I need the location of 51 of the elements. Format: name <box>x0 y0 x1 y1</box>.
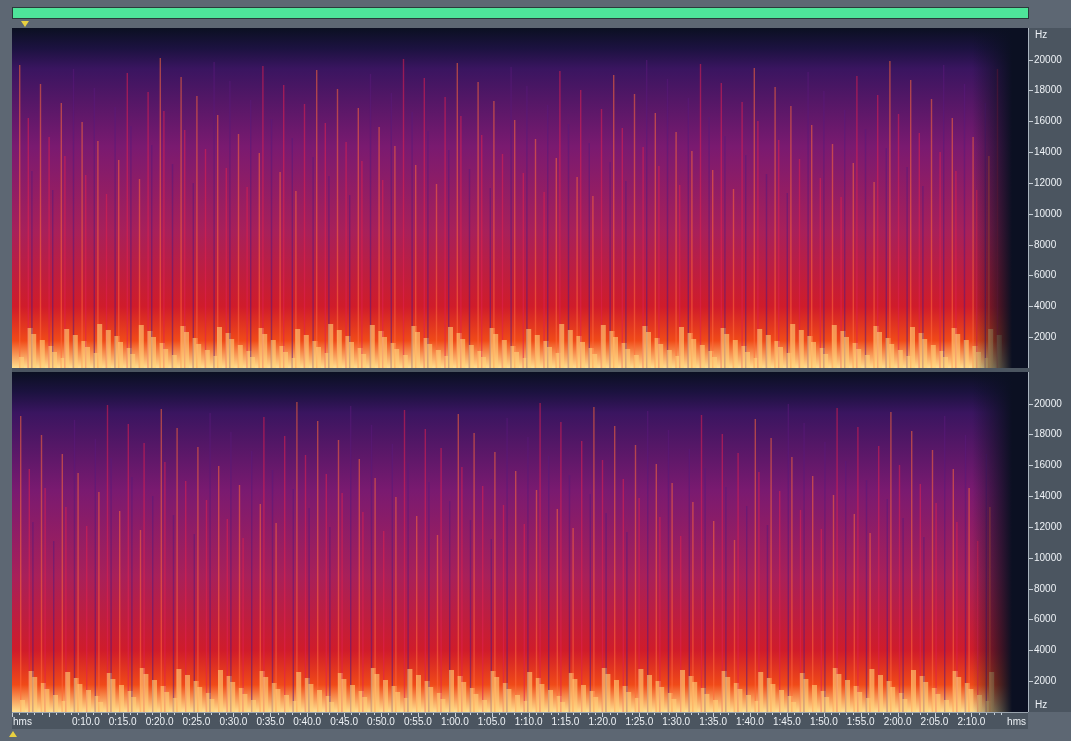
frequency-label: 8000 <box>1034 238 1057 251</box>
frequency-label: 14000 <box>1034 146 1062 159</box>
frequency-label: 20000 <box>1034 53 1062 66</box>
frequency-label: 16000 <box>1034 459 1062 472</box>
time-label: 0:35.0 <box>256 716 285 728</box>
time-label: 0:15.0 <box>108 716 137 728</box>
time-label: 0:20.0 <box>145 716 174 728</box>
frequency-label: 12000 <box>1034 176 1062 189</box>
frequency-label: 18000 <box>1034 428 1062 441</box>
frequency-label: 10000 <box>1034 551 1062 564</box>
time-label: 0:45.0 <box>330 716 358 728</box>
time-label: 1:55.0 <box>846 716 875 728</box>
time-label: 1:05.0 <box>477 716 506 728</box>
frequency-label: 18000 <box>1034 84 1062 97</box>
time-label: 0:55.0 <box>404 716 432 728</box>
frequency-label: 20000 <box>1034 397 1062 410</box>
overview-scrollbar[interactable] <box>12 7 1029 19</box>
marker-icon[interactable] <box>9 731 17 738</box>
frequency-label: 14000 <box>1034 490 1062 503</box>
time-label: 1:20.0 <box>588 716 617 728</box>
frequency-label: 6000 <box>1034 269 1057 282</box>
time-label: 1:15.0 <box>551 716 580 728</box>
time-label: 1:50.0 <box>809 716 838 728</box>
time-label: 0:40.0 <box>293 716 322 728</box>
time-label: 1:40.0 <box>736 716 764 728</box>
frequency-label: 4000 <box>1034 300 1057 313</box>
time-label: 2:00.0 <box>883 716 912 728</box>
unit-label: Hz <box>1035 29 1048 41</box>
frequency-label: 16000 <box>1034 115 1062 128</box>
time-label: 2:05.0 <box>920 716 949 728</box>
time-label: 0:30.0 <box>219 716 248 728</box>
frequency-label: 2000 <box>1034 675 1057 688</box>
time-label: 1:35.0 <box>699 716 727 728</box>
time-label: 0:25.0 <box>182 716 211 728</box>
frequency-label: 12000 <box>1034 520 1062 533</box>
time-label: 1:45.0 <box>773 716 801 728</box>
time-label: 1:10.0 <box>514 716 543 728</box>
unit-label: Hz <box>1035 699 1048 711</box>
frequency-label: 8000 <box>1034 582 1057 595</box>
time-label: 0:50.0 <box>367 716 395 728</box>
time-label: 2:10.0 <box>957 716 986 728</box>
time-label: 1:30.0 <box>662 716 691 728</box>
frequency-label: 4000 <box>1034 644 1057 657</box>
time-label: 1:25.0 <box>625 716 654 728</box>
time-label: hms <box>13 716 32 728</box>
frequency-label: 2000 <box>1034 331 1057 344</box>
frequency-label: 6000 <box>1034 613 1057 626</box>
time-label: 0:10.0 <box>71 716 100 728</box>
time-label: 1:00.0 <box>440 716 469 728</box>
time-label: hms <box>1007 716 1026 728</box>
frequency-label: 10000 <box>1034 207 1062 220</box>
